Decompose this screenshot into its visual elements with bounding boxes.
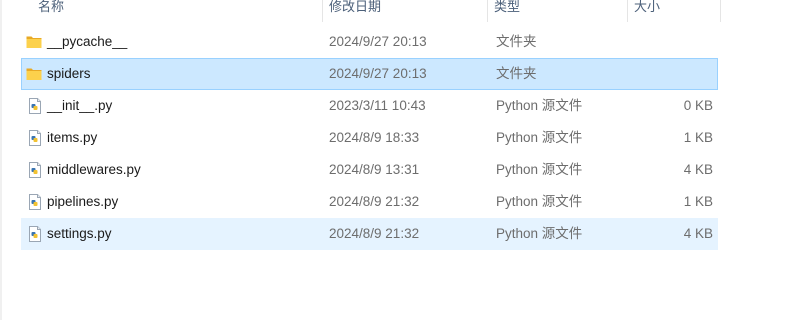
file-type: Python 源文件 (496, 194, 583, 209)
file-type: Python 源文件 (496, 130, 583, 145)
file-date: 2024/8/9 21:32 (329, 226, 420, 241)
python-file-icon (28, 162, 44, 178)
file-row[interactable]: items.py 2024/8/9 18:33 Python 源文件 1 KB (21, 122, 718, 154)
file-type: 文件夹 (496, 66, 537, 81)
file-type: Python 源文件 (496, 226, 583, 241)
file-name: settings.py (47, 226, 112, 241)
column-header-size[interactable]: 大小 (627, 0, 720, 22)
python-file-icon (28, 194, 44, 210)
python-file-icon (28, 226, 44, 242)
file-name: __pycache__ (47, 34, 128, 49)
file-row[interactable]: spiders 2024/9/27 20:13 文件夹 (21, 58, 718, 90)
file-size: 4 KB (683, 226, 713, 241)
file-name: __init__.py (47, 98, 113, 113)
file-size: 0 KB (683, 98, 713, 113)
column-header-date[interactable]: 修改日期 (322, 0, 487, 22)
file-date: 2024/8/9 13:31 (329, 162, 420, 177)
python-file-icon (28, 130, 44, 146)
file-date: 2024/8/9 18:33 (329, 130, 420, 145)
file-date: 2023/3/11 10:43 (329, 98, 426, 113)
file-row[interactable]: middlewares.py 2024/8/9 13:31 Python 源文件… (21, 154, 718, 186)
file-row[interactable]: __init__.py 2023/3/11 10:43 Python 源文件 0… (21, 90, 718, 122)
window-edge (0, 0, 2, 320)
file-date: 2024/8/9 21:32 (329, 194, 420, 209)
column-header: 名称 修改日期 类型 大小 (22, 0, 722, 22)
file-type: Python 源文件 (496, 162, 583, 177)
file-type: Python 源文件 (496, 98, 583, 113)
file-row[interactable]: __pycache__ 2024/9/27 20:13 文件夹 (21, 26, 718, 58)
python-file-icon (28, 98, 44, 114)
file-date: 2024/9/27 20:13 (329, 34, 427, 49)
file-row[interactable]: pipelines.py 2024/8/9 21:32 Python 源文件 1… (21, 186, 718, 218)
file-size: 4 KB (683, 162, 713, 177)
file-type: 文件夹 (496, 34, 537, 49)
file-list: __pycache__ 2024/9/27 20:13 文件夹 spiders … (21, 26, 718, 250)
file-row[interactable]: settings.py 2024/8/9 21:32 Python 源文件 4 … (21, 218, 718, 250)
file-size: 1 KB (683, 194, 713, 209)
folder-icon (26, 35, 42, 49)
file-name: pipelines.py (47, 194, 119, 209)
column-header-type[interactable]: 类型 (487, 0, 627, 22)
folder-icon (26, 67, 42, 81)
file-name: items.py (47, 130, 98, 145)
file-date: 2024/9/27 20:13 (329, 66, 427, 81)
column-divider[interactable] (720, 0, 721, 22)
file-name: spiders (47, 66, 91, 81)
file-size: 1 KB (683, 130, 713, 145)
column-header-name[interactable]: 名称 (22, 0, 322, 22)
file-name: middlewares.py (47, 162, 141, 177)
file-explorer-window: 名称 修改日期 类型 大小 __pycache__ 2024/9/27 20:1… (0, 0, 800, 320)
